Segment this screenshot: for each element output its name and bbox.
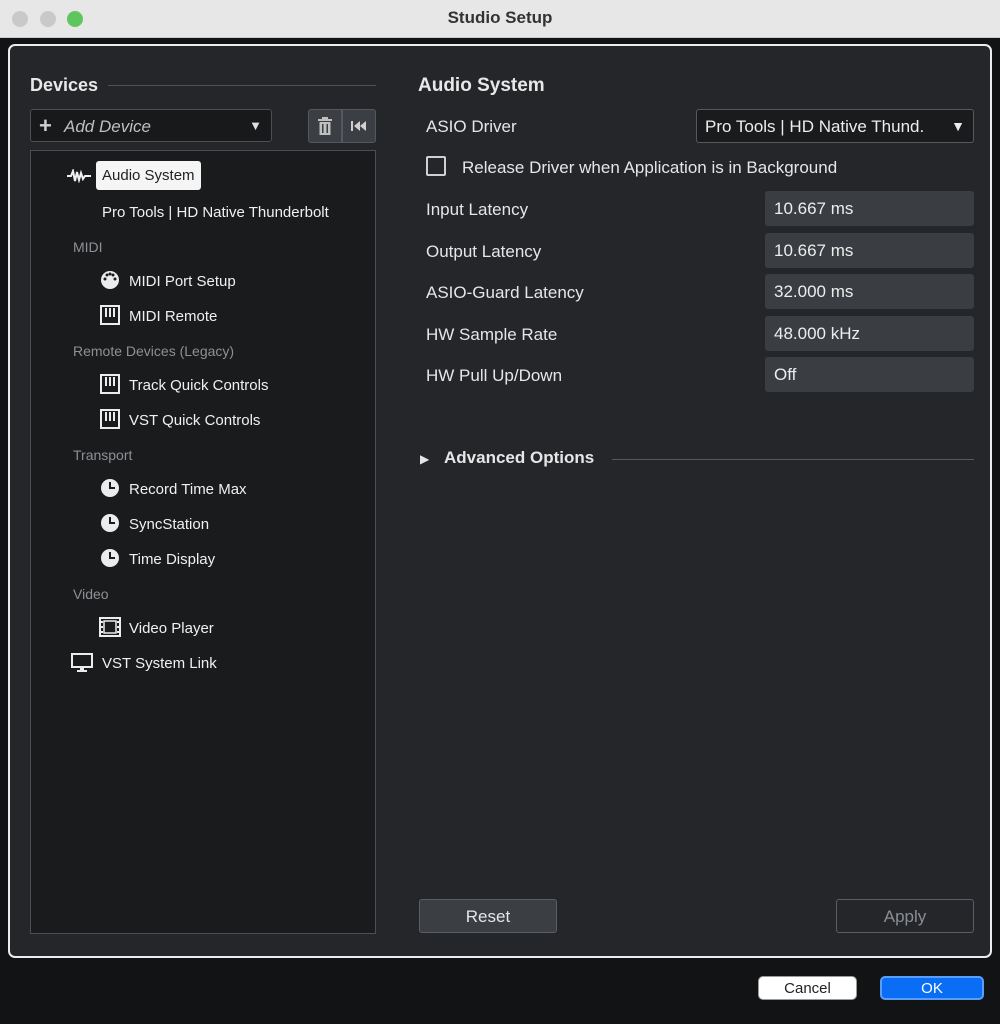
chevron-down-icon: ▼ [951, 118, 965, 134]
keyboard-icon [99, 305, 121, 330]
clock-icon [99, 548, 121, 573]
release-driver-label: Release Driver when Application is in Ba… [462, 158, 838, 177]
clock-icon [99, 513, 121, 538]
trash-icon [318, 117, 332, 135]
category-remote-devices: Remote Devices (Legacy) [73, 343, 235, 359]
category-video: Video [73, 586, 109, 602]
output-latency-label: Output Latency [426, 242, 542, 261]
waveform-icon [67, 167, 91, 188]
advanced-options-divider [612, 459, 974, 460]
hw-pull-up-down-label: HW Pull Up/Down [426, 366, 563, 385]
plus-icon: + [39, 113, 52, 138]
asio-driver-select[interactable]: Pro Tools | HD Native Thund. ▼ [696, 109, 974, 143]
tree-item-time-display[interactable]: Time Display [129, 551, 215, 568]
tree-item-pro-tools[interactable]: Pro Tools | HD Native Thunderbolt [102, 204, 329, 221]
tree-item-vst-system-link[interactable]: VST System Link [102, 655, 217, 672]
audio-system-title: Audio System [418, 75, 545, 96]
input-latency-value: 10.667 ms [765, 191, 974, 226]
release-driver-checkbox[interactable] [426, 156, 446, 176]
devices-title: Devices [30, 75, 99, 95]
asio-guard-latency-label: ASIO-Guard Latency [426, 283, 584, 302]
ok-button[interactable]: OK [880, 976, 984, 1000]
cancel-button[interactable]: Cancel [758, 976, 857, 1000]
advanced-options-toggle[interactable]: Advanced Options [444, 448, 594, 468]
tree-item-track-quick-controls[interactable]: Track Quick Controls [129, 377, 268, 394]
hw-sample-rate-value: 48.000 kHz [765, 316, 974, 351]
hw-sample-rate-label: HW Sample Rate [426, 325, 558, 344]
asio-driver-value: Pro Tools | HD Native Thund. [705, 117, 925, 136]
keyboard-icon [99, 409, 121, 434]
film-icon [99, 617, 121, 642]
hw-pull-up-down-value[interactable]: Off [765, 357, 974, 392]
tree-item-midi-remote[interactable]: MIDI Remote [129, 308, 217, 325]
title-bar: Studio Setup [0, 0, 1000, 38]
remove-device-button[interactable] [308, 109, 342, 143]
output-latency-value: 10.667 ms [765, 233, 974, 268]
expand-triangle-icon[interactable]: ▶ [420, 452, 429, 466]
tree-item-audio-system[interactable]: Audio System [96, 161, 201, 190]
device-tree: Audio System Pro Tools | HD Native Thund… [30, 150, 376, 934]
reset-device-button[interactable] [342, 109, 376, 143]
chevron-down-icon: ▼ [249, 118, 262, 133]
tree-item-vst-quick-controls[interactable]: VST Quick Controls [129, 412, 260, 429]
add-device-dropdown[interactable]: + Add Device ▼ [30, 109, 272, 142]
asio-guard-latency-value: 32.000 ms [765, 274, 974, 309]
category-transport: Transport [73, 447, 133, 463]
reset-button[interactable]: Reset [419, 899, 557, 933]
devices-divider [108, 85, 376, 86]
window-title: Studio Setup [447, 8, 553, 27]
tree-item-syncstation[interactable]: SyncStation [129, 516, 209, 533]
keyboard-icon [99, 374, 121, 399]
tree-item-video-player[interactable]: Video Player [129, 620, 214, 637]
asio-driver-label: ASIO Driver [426, 117, 517, 136]
apply-button[interactable]: Apply [836, 899, 974, 933]
tree-item-midi-port-setup[interactable]: MIDI Port Setup [129, 273, 236, 290]
add-device-label: Add Device [64, 117, 151, 136]
midi-port-icon [99, 270, 121, 295]
studio-setup-dialog: Devices + Add Device ▼ Audio System Pro … [8, 44, 992, 958]
skip-back-icon [351, 121, 366, 131]
clock-icon [99, 478, 121, 503]
category-midi: MIDI [73, 239, 103, 255]
studio-setup-window: Studio Setup Devices + Add Device ▼ Audi… [0, 0, 1000, 1024]
input-latency-label: Input Latency [426, 200, 529, 219]
monitor-icon [71, 652, 93, 677]
tree-item-record-time-max[interactable]: Record Time Max [129, 481, 247, 498]
